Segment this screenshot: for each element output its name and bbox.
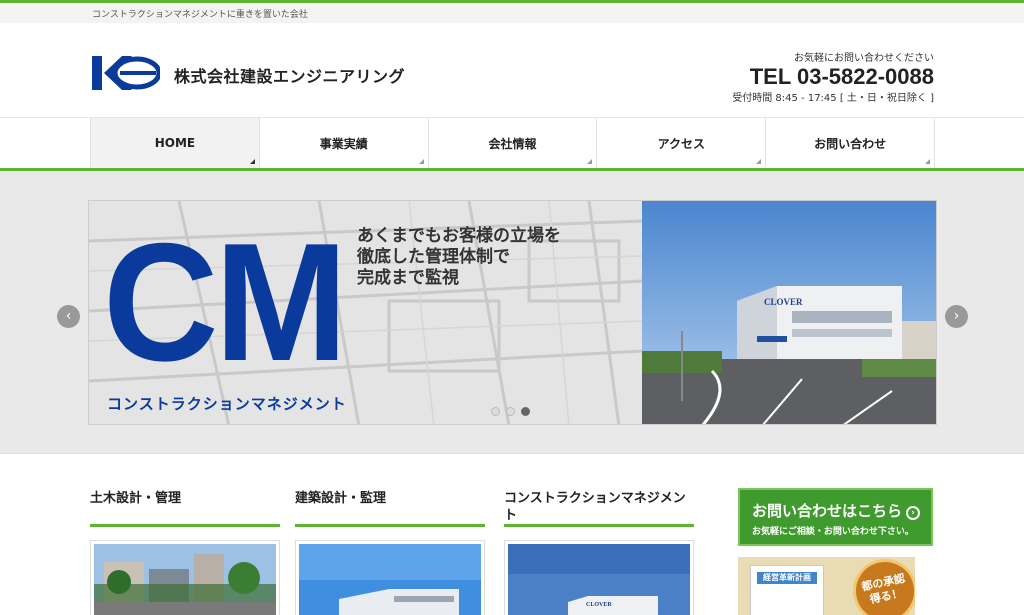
- nav-item-works[interactable]: 事業実績: [258, 118, 428, 168]
- section-civil: 土木設計・管理: [90, 487, 280, 615]
- slogan-line: 徹底した管理体制で: [357, 247, 510, 267]
- corner-triangle-icon: [587, 159, 593, 164]
- chevron-right-circle-icon: ›: [906, 506, 921, 520]
- company-name[interactable]: 株式会社建設エンジニアリング: [174, 63, 405, 87]
- nav-item-label: HOME: [154, 136, 196, 150]
- nav-item-contact[interactable]: お問い合わせ: [765, 118, 935, 168]
- section-thumbnail[interactable]: [295, 540, 485, 615]
- nav-item-label: アクセス: [657, 136, 705, 151]
- nav-item-access[interactable]: アクセス: [596, 118, 765, 168]
- header-contact: お気軽にお問い合わせください TEL 03-5822-0088 受付時間 8:4…: [732, 49, 934, 104]
- corner-triangle-icon: [924, 159, 930, 164]
- contact-banner-title: お問い合わせはこちら ›: [752, 500, 921, 521]
- section-thumbnail[interactable]: [90, 540, 280, 615]
- site-tagline: コンストラクションマネジメントに重きを置いた会社: [92, 10, 308, 20]
- slogan-line: 完成まで監視: [357, 268, 459, 288]
- chevron-right-icon[interactable]: ›: [945, 305, 968, 328]
- contact-note: お気軽にお問い合わせください: [794, 53, 934, 64]
- section-cm: コンストラクションマネジメント CLOVER: [504, 487, 694, 615]
- slogan-line: あくまでもお客様の立場を: [357, 226, 561, 246]
- chevron-left-icon[interactable]: ‹: [57, 305, 80, 328]
- hero-slider: ‹ CM あくまでもお客様の立場を 徹底した管理体制で 完成まで監視 コンストラ…: [0, 171, 1024, 454]
- slide[interactable]: CM あくまでもお客様の立場を 徹底した管理体制で 完成まで監視 コンストラクシ…: [88, 200, 937, 425]
- building-photo: CLOVER: [642, 201, 936, 424]
- contact-banner-title-text: お問い合わせはこちら: [752, 502, 903, 520]
- nav-item-label: お問い合わせ: [814, 136, 887, 151]
- section-thumbnail[interactable]: CLOVER: [504, 540, 694, 615]
- corner-triangle-icon: [756, 159, 762, 164]
- nav-item-company[interactable]: 会社情報: [427, 118, 597, 168]
- business-hours: 受付時間 8:45 - 17:45 [ 土・日・祝日除く ]: [732, 93, 934, 104]
- corner-triangle-icon: [418, 159, 424, 164]
- slide-slogan: あくまでもお客様の立場を 徹底した管理体制で 完成まで監視: [357, 226, 561, 289]
- slider-dot[interactable]: [506, 407, 515, 416]
- phone-number[interactable]: TEL 03-5822-0088: [732, 64, 934, 89]
- building-sign: CLOVER: [764, 297, 803, 307]
- nav-item-label: 会社情報: [488, 136, 537, 151]
- section-title[interactable]: コンストラクションマネジメント: [504, 487, 694, 527]
- site-header: 株式会社建設エンジニアリング お気軽にお問い合わせください TEL 03-582…: [0, 23, 1024, 117]
- slider-dot[interactable]: [491, 407, 500, 416]
- cm-heading: CM: [103, 207, 348, 396]
- top-bar: コンストラクションマネジメントに重きを置いた会社: [0, 0, 1024, 23]
- innovation-plan-banner[interactable]: 経営革新計画 都の承認 得る！: [738, 557, 915, 615]
- section-title[interactable]: 土木設計・管理: [90, 487, 280, 527]
- company-logo-icon[interactable]: [92, 56, 162, 90]
- contact-banner-button[interactable]: お問い合わせはこちら › お気軽にご相談・お問い合わせ下さい。: [738, 488, 933, 546]
- slider-dot-active[interactable]: [521, 407, 530, 416]
- section-title[interactable]: 建築設計・監理: [295, 487, 485, 527]
- section-architecture: 建築設計・監理: [295, 487, 485, 615]
- nav-item-home[interactable]: HOME: [90, 118, 259, 168]
- corner-triangle-icon: [249, 159, 255, 164]
- plan-document-image: 経営革新計画: [750, 565, 824, 615]
- slider-dots: [491, 407, 530, 416]
- slide-cm-panel: CM あくまでもお客様の立場を 徹底した管理体制で 完成まで監視 コンストラクシ…: [89, 201, 642, 424]
- main-navigation: HOME 事業実績 会社情報 アクセス お問い合わせ: [0, 117, 1024, 171]
- thumb-building-sign: CLOVER: [586, 602, 612, 608]
- slide-caption: コンストラクションマネジメント: [107, 395, 347, 413]
- nav-item-label: 事業実績: [319, 136, 368, 151]
- contact-banner-sub: お気軽にご相談・お問い合わせ下さい。: [752, 527, 914, 537]
- plan-label: 経営革新計画: [757, 572, 817, 584]
- approval-seal-badge: 都の承認 得る！: [847, 557, 915, 615]
